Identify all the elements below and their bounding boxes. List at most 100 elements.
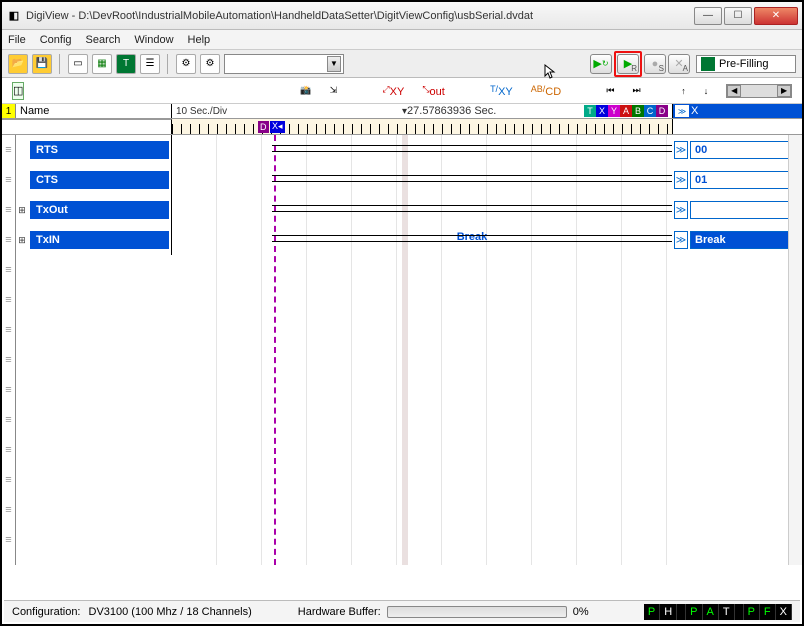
tool-next-icon[interactable]: ⏭ xyxy=(633,85,641,96)
tool-down-icon[interactable]: ↓ xyxy=(704,86,709,96)
signal-name[interactable]: CTS xyxy=(30,171,169,189)
flag-gap xyxy=(677,604,686,620)
empty-row-handle[interactable]: ≡ xyxy=(2,375,15,405)
menu-window[interactable]: Window xyxy=(134,34,173,46)
trigger1-button[interactable]: ⚙ xyxy=(176,54,196,74)
trigger-time: ▾27.57863936 Sec. xyxy=(402,105,496,117)
marker-c[interactable]: C xyxy=(644,105,656,117)
goto-arrow-icon[interactable]: ≫ xyxy=(674,231,688,249)
signal-value xyxy=(690,201,800,219)
h-scrollbar-top[interactable]: ◀▶ xyxy=(726,84,792,98)
signal-value: Break xyxy=(690,231,800,249)
v-scrollbar[interactable] xyxy=(788,135,802,565)
text-button[interactable]: T xyxy=(116,54,136,74)
run-button[interactable]: ▶R xyxy=(617,54,639,74)
empty-row-handle[interactable]: ≡ xyxy=(2,435,15,465)
marker-x-flag[interactable]: X◂ xyxy=(270,121,285,133)
window-button[interactable]: ▭ xyxy=(68,54,88,74)
empty-row-handle[interactable]: ≡ xyxy=(2,225,15,255)
buffer-label: Hardware Buffer: xyxy=(298,606,381,618)
tool-goto-t-icon[interactable]: T/XY xyxy=(490,84,513,98)
chevron-down-icon: ▼ xyxy=(327,56,341,72)
signal-name[interactable]: RTS xyxy=(30,141,169,159)
empty-row-handle[interactable]: ≡ xyxy=(2,405,15,435)
signal-row-cts: ≡CTS≫01 xyxy=(2,165,802,195)
empty-row-handle[interactable]: ≡ xyxy=(2,165,15,195)
maximize-button[interactable]: ☐ xyxy=(724,7,752,25)
config-value: DV3100 (100 Mhz / 18 Channels) xyxy=(89,606,252,618)
tool-up-icon[interactable]: ↑ xyxy=(681,86,686,96)
tool-prev-icon[interactable]: ⏮ xyxy=(606,85,614,96)
signal-wave[interactable] xyxy=(172,165,672,195)
preset-combo[interactable]: ▼ xyxy=(224,54,344,74)
close-button[interactable]: ✕ xyxy=(754,7,798,25)
flag-P: P xyxy=(644,604,660,620)
flag-gap xyxy=(735,604,744,620)
marker-t[interactable]: T xyxy=(584,105,596,117)
time-ruler[interactable] xyxy=(172,124,672,134)
marker-x[interactable]: X xyxy=(596,105,608,117)
menu-config[interactable]: Config xyxy=(40,34,72,46)
marker-a[interactable]: A xyxy=(620,105,632,117)
waveform-area[interactable]: ≡RTS≫00≡CTS≫01≡⊞TxOut≫≡⊞TxINBreak≫Break … xyxy=(2,135,802,565)
buffer-pct: 0% xyxy=(573,606,589,618)
empty-row-handle[interactable]: ≡ xyxy=(2,525,15,555)
tool-zoom-xy-icon[interactable]: ⤢XY xyxy=(382,84,404,98)
run-sublabel: R xyxy=(631,64,637,73)
tool-goto-ab-icon[interactable]: AB/CD xyxy=(531,84,561,98)
signal-wave[interactable] xyxy=(172,195,672,225)
flag-F: F xyxy=(760,604,776,620)
marker-y[interactable]: Y xyxy=(608,105,620,117)
marker-d-flag[interactable]: D xyxy=(258,121,269,133)
name-header: Name xyxy=(16,105,171,117)
empty-row-handle[interactable]: ≡ xyxy=(2,285,15,315)
scroll-right-icon[interactable]: ▶ xyxy=(777,85,791,97)
marker-d[interactable]: D xyxy=(656,105,668,117)
stop-sublabel: S xyxy=(659,64,664,73)
marker-b[interactable]: B xyxy=(632,105,644,117)
abort-button[interactable]: ✕A xyxy=(668,54,690,74)
flag-X: X xyxy=(776,604,792,620)
menu-help[interactable]: Help xyxy=(188,34,211,46)
list-button[interactable]: ☰ xyxy=(140,54,160,74)
expand-icon[interactable]: ⊞ xyxy=(16,205,28,216)
tool-zoom-out-icon[interactable]: ⤡out xyxy=(422,84,445,98)
run-loop-button[interactable]: ▶↻ xyxy=(590,54,612,74)
minimize-button[interactable]: — xyxy=(694,7,722,25)
empty-row-handle[interactable]: ≡ xyxy=(2,315,15,345)
empty-row-handle[interactable]: ≡ xyxy=(2,465,15,495)
rcol-x-marker: X xyxy=(691,105,698,117)
empty-row-handle[interactable]: ≡ xyxy=(2,495,15,525)
signal-wave[interactable] xyxy=(172,135,672,165)
signal-name[interactable]: TxIN xyxy=(30,231,169,249)
flag-P: P xyxy=(686,604,702,620)
empty-row-handle[interactable]: ≡ xyxy=(2,195,15,225)
empty-row-handle[interactable]: ≡ xyxy=(2,345,15,375)
tool-snapshot-icon[interactable]: 📸 xyxy=(300,85,311,96)
empty-row-handle[interactable]: ≡ xyxy=(2,135,15,165)
tool-export-icon[interactable]: ⇲ xyxy=(330,85,338,96)
waveform-tool-icon[interactable]: ◫ xyxy=(12,82,24,100)
open-button[interactable]: 📂 xyxy=(8,54,28,74)
trigger2-button[interactable]: ⚙ xyxy=(200,54,220,74)
menu-search[interactable]: Search xyxy=(86,34,121,46)
channels-button[interactable]: ▦ xyxy=(92,54,112,74)
menubar: File Config Search Window Help xyxy=(2,30,802,50)
view-index: 1 xyxy=(2,104,16,118)
rcol-arrow-icon[interactable]: ≫ xyxy=(675,105,689,117)
goto-arrow-icon[interactable]: ≫ xyxy=(674,201,688,219)
menu-file[interactable]: File xyxy=(8,34,26,46)
stop-button[interactable]: ●S xyxy=(644,54,666,74)
signal-row-rts: ≡RTS≫00 xyxy=(2,135,802,165)
signal-name[interactable]: TxOut xyxy=(30,201,169,219)
expand-icon[interactable]: ⊞ xyxy=(16,235,28,246)
goto-arrow-icon[interactable]: ≫ xyxy=(674,141,688,159)
scroll-left-icon[interactable]: ◀ xyxy=(727,85,741,97)
signal-wave[interactable]: Break xyxy=(172,225,672,255)
abort-sublabel: A xyxy=(683,64,688,73)
flag-H: H xyxy=(660,604,677,620)
flag-A: A xyxy=(703,604,719,620)
save-button[interactable]: 💾 xyxy=(32,54,52,74)
goto-arrow-icon[interactable]: ≫ xyxy=(674,171,688,189)
empty-row-handle[interactable]: ≡ xyxy=(2,255,15,285)
